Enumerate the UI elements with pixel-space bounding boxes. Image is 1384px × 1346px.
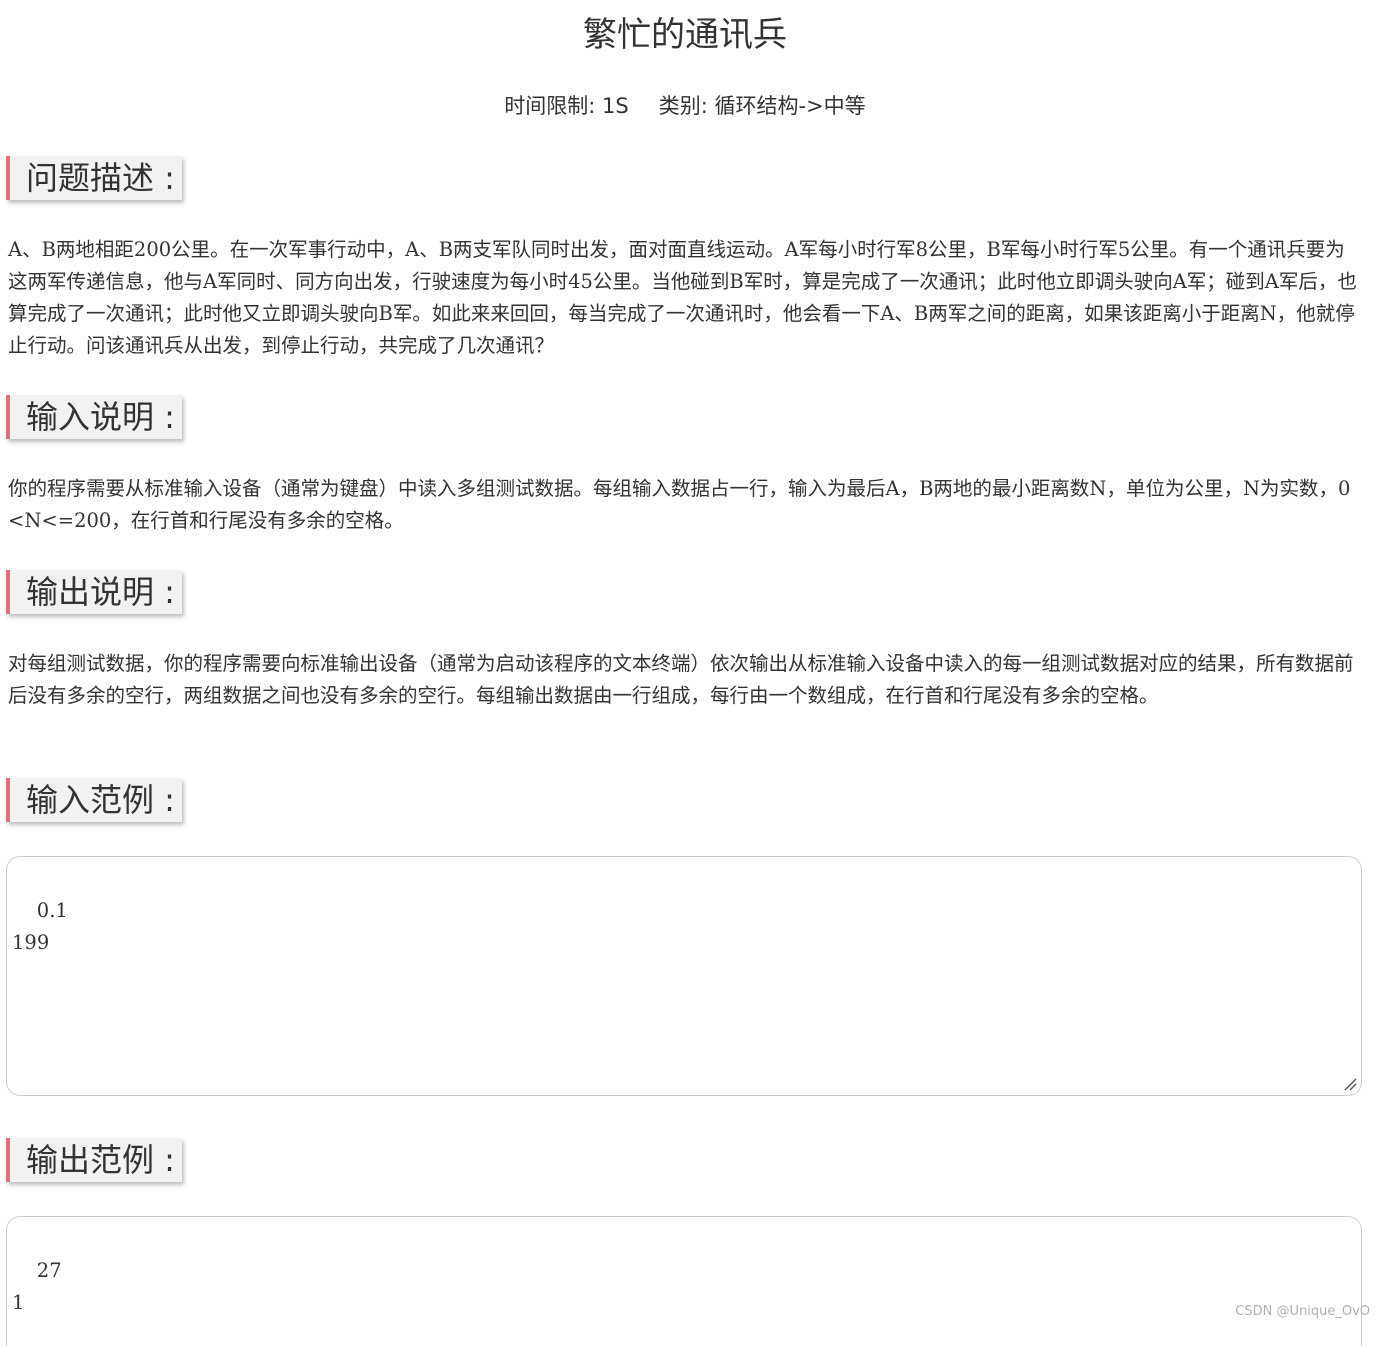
- sample-input-textarea[interactable]: 0.1 199: [6, 856, 1362, 1096]
- time-limit: 时间限制: 1S: [504, 94, 629, 118]
- page-title: 繁忙的通讯兵: [583, 15, 787, 55]
- csdn-watermark: CSDN @Unique_OvO: [1235, 1304, 1370, 1319]
- input-description-text: 你的程序需要从标准输入设备（通常为键盘）中读入多组测试数据。每组输入数据占一行，…: [8, 477, 1351, 532]
- sample-output-textarea[interactable]: 27 1: [6, 1216, 1362, 1346]
- resize-handle-icon[interactable]: [1343, 1077, 1357, 1091]
- sample-output-heading: 输出范例 :: [6, 1138, 182, 1182]
- output-description-text: 对每组测试数据，你的程序需要向标准输出设备（通常为启动该程序的文本终端）依次输出…: [8, 652, 1354, 707]
- sample-output-value: 27 1: [12, 1259, 62, 1314]
- input-description-heading: 输入说明 :: [6, 395, 182, 439]
- category: 类别: 循环结构->中等: [658, 94, 866, 118]
- problem-description-text: A、B两地相距200公里。在一次军事行动中，A、B两支军队同时出发，面对面直线运…: [8, 238, 1357, 357]
- problem-page: 繁忙的通讯兵 时间限制: 1S 类别: 循环结构->中等 问题描述 : A、B两地…: [0, 0, 1384, 1346]
- sample-input-value: 0.1 199: [12, 899, 68, 954]
- output-description-heading: 输出说明 :: [6, 570, 182, 614]
- problem-meta: 时间限制: 1S 类别: 循环结构->中等: [0, 90, 1370, 122]
- problem-description-heading: 问题描述 :: [6, 156, 182, 200]
- sample-input-heading: 输入范例 :: [6, 778, 182, 822]
